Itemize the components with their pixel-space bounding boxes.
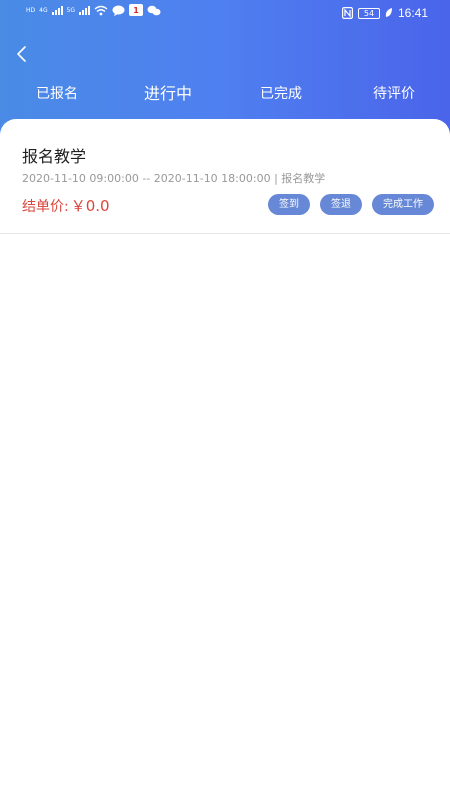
chat-bubble-icon [112,5,125,16]
order-card[interactable]: 报名教学 2020-11-10 09:00:00 -- 2020-11-10 1… [0,119,450,234]
network-5g-label: 5G [66,6,76,14]
order-title: 报名教学 [22,147,87,166]
hd-icon: HD [26,6,36,14]
leaf-icon [385,8,392,17]
order-price: 结单价: ￥0.0 [22,197,110,216]
tab-completed[interactable]: 已完成 [260,82,302,106]
signal-icon [79,5,91,15]
battery-icon: 54 [357,7,380,19]
status-right: 54 16:41 [341,6,428,20]
app-badge-icon: 1 [129,4,144,16]
network-4g-label: 4G [39,6,48,14]
check-in-button[interactable]: 签到 [268,194,310,215]
back-button[interactable] [12,43,34,65]
signal-icon [51,5,63,15]
wifi-icon [94,5,108,15]
tab-to-review[interactable]: 待评价 [373,82,415,106]
status-bar: HD 4G 5G 1 54 16:41 [0,0,450,28]
chevron-left-icon [17,46,26,62]
price-value: ￥0.0 [70,197,110,215]
tab-registered[interactable]: 已报名 [36,82,78,106]
wechat-icon [147,5,161,15]
order-time-range: 2020-11-10 09:00:00 -- 2020-11-10 18:00:… [22,172,326,185]
order-list: 报名教学 2020-11-10 09:00:00 -- 2020-11-10 1… [0,119,450,800]
check-out-button[interactable]: 签退 [320,194,362,215]
tab-in-progress[interactable]: 进行中 [144,82,192,106]
order-status-tabs: 已报名 进行中 已完成 待评价 [0,82,450,108]
clock: 16:41 [397,6,428,20]
price-label: 结单价: [22,199,69,215]
status-left: HD 4G 5G 1 [26,4,161,16]
nfc-icon [341,7,353,19]
order-actions: 签到 签退 完成工作 [268,194,434,215]
complete-work-button[interactable]: 完成工作 [372,194,434,215]
